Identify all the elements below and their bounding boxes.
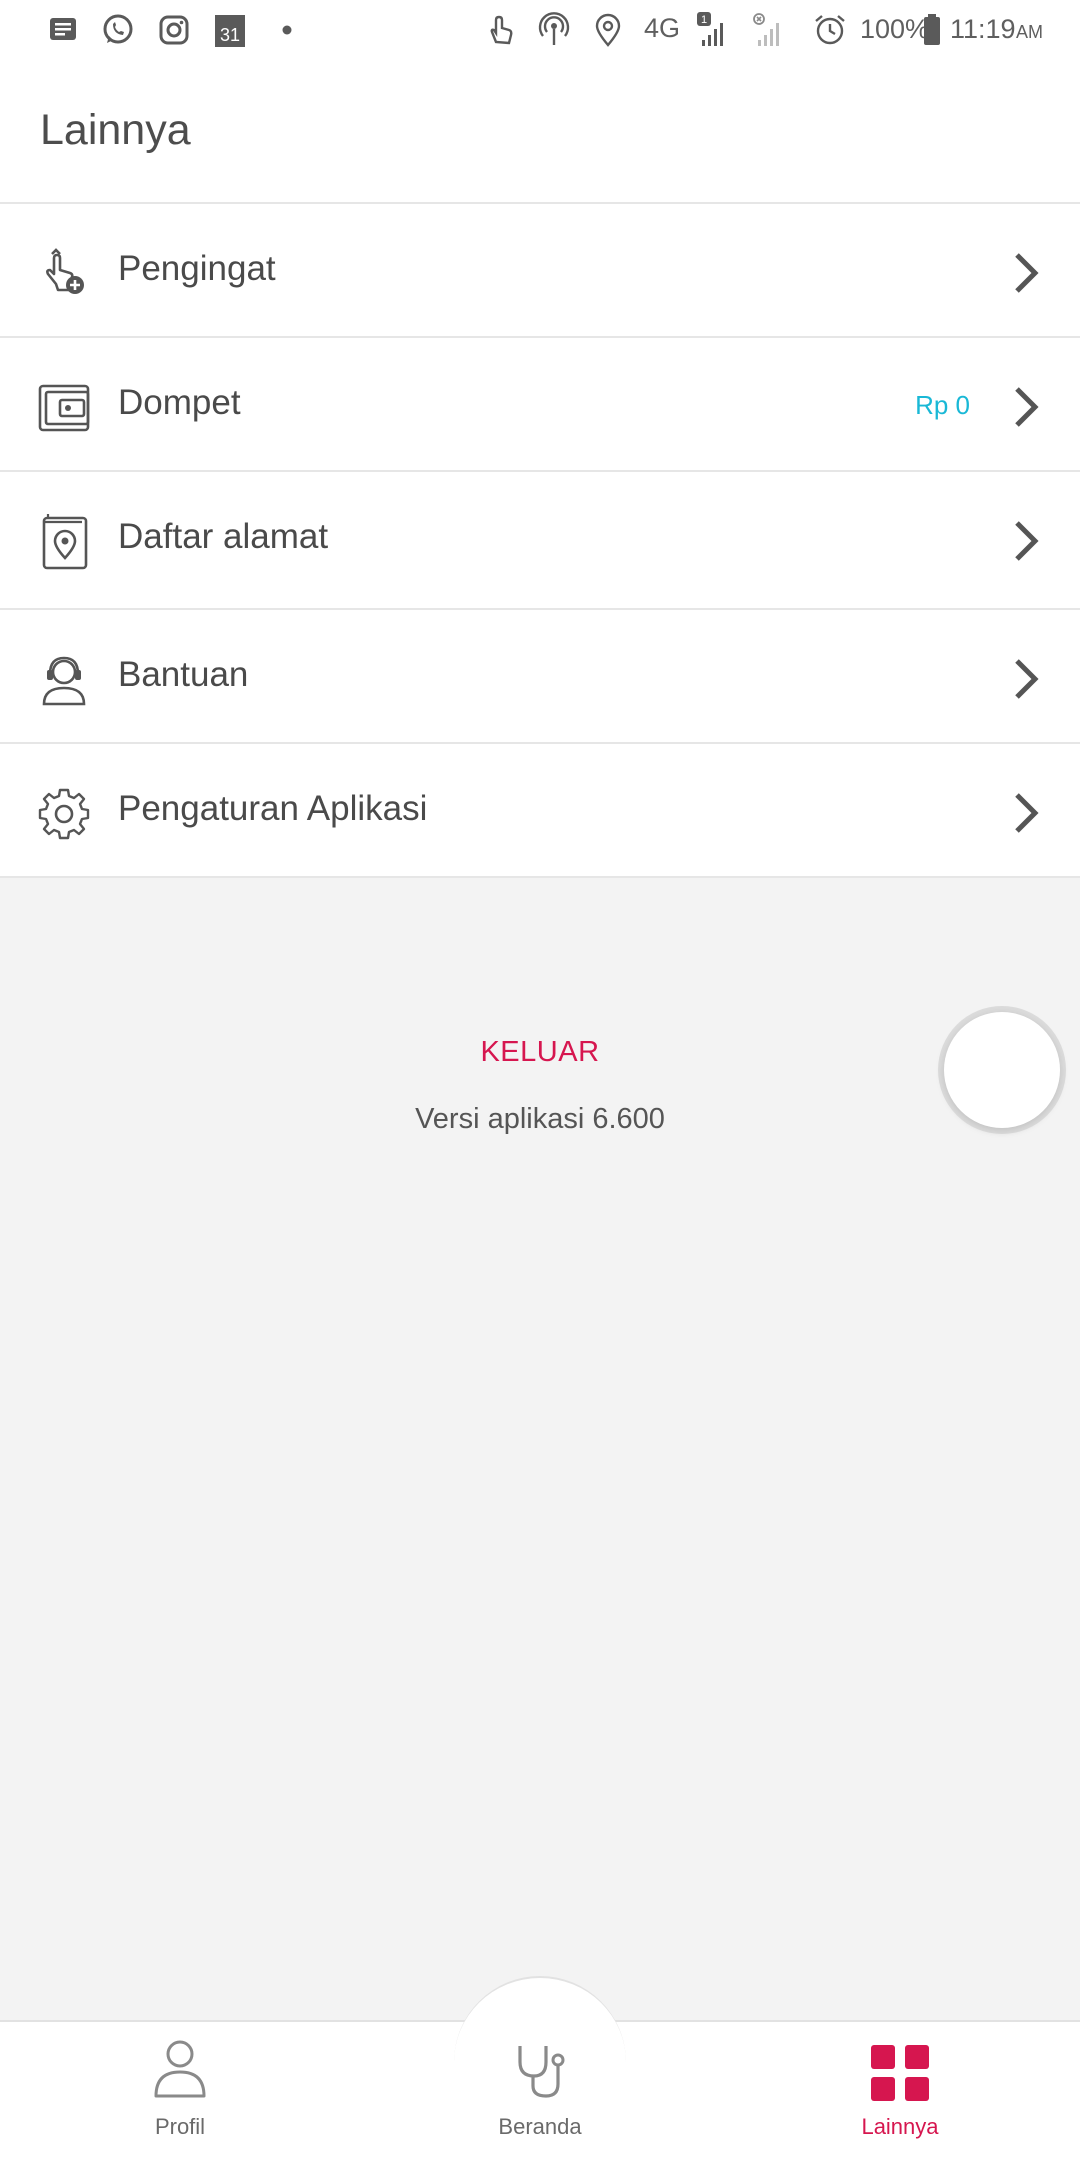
person-icon [154, 2040, 206, 2098]
gear-icon [38, 788, 90, 840]
reminder-hand-icon [46, 248, 84, 294]
menu-item-label: Pengingat [118, 249, 276, 288]
support-agent-icon [42, 656, 86, 706]
svg-text:1: 1 [701, 14, 707, 26]
clock-text: 11:19 [950, 14, 1016, 44]
stethoscope-icon [518, 2046, 565, 2098]
app-version-text: Versi aplikasi 6.600 [415, 1103, 665, 1135]
battery-percent-text: 100% [860, 14, 930, 44]
wallet-icon [38, 384, 90, 432]
menu-item-label: Dompet [118, 383, 241, 422]
nav-tab-profil[interactable]: Profil [80, 2032, 280, 2152]
chevron-right-icon [1015, 387, 1039, 427]
chevron-right-icon [1015, 253, 1039, 293]
clock-ampm-text: AM [1016, 22, 1043, 42]
hotspot-icon [538, 12, 570, 45]
svg-text:31: 31 [220, 25, 240, 45]
alarm-icon [815, 15, 845, 45]
menu-list: Pengingat Dompet Rp 0 Daftar alamat Bant… [0, 204, 1080, 878]
nav-tab-lainnya[interactable]: Lainnya [800, 2032, 1000, 2152]
menu-item-label: Pengaturan Aplikasi [118, 789, 428, 828]
dot-icon [282, 25, 292, 35]
grid-icon [871, 2045, 929, 2101]
chevron-right-icon [1015, 793, 1039, 833]
menu-item-pengaturan-aplikasi[interactable]: Pengaturan Aplikasi [0, 744, 1080, 878]
menu-item-label: Daftar alamat [118, 517, 329, 556]
nav-tab-label: Beranda [498, 2114, 582, 2139]
status-bar: 31 4G 1 100% 11:19 AM [0, 0, 1080, 62]
chevron-right-icon [1015, 521, 1039, 561]
whatsapp-icon [103, 14, 133, 44]
floating-assistive-button[interactable] [944, 1012, 1060, 1128]
menu-item-bantuan[interactable]: Bantuan [0, 610, 1080, 744]
menu-item-pengingat[interactable]: Pengingat [0, 204, 1080, 338]
battery-icon [924, 14, 940, 45]
touch-icon [490, 15, 513, 45]
calendar-icon: 31 [215, 15, 245, 47]
address-book-icon [42, 514, 88, 570]
signal-sim2-off-icon [753, 13, 779, 46]
message-notification-icon [50, 18, 76, 40]
page-title: Lainnya [40, 106, 191, 154]
app-bar: Lainnya [0, 62, 1080, 204]
menu-item-label: Bantuan [118, 655, 249, 694]
wallet-balance: Rp 0 [915, 390, 970, 420]
nav-tab-label: Profil [154, 2114, 206, 2139]
menu-item-daftar-alamat[interactable]: Daftar alamat [0, 472, 1080, 610]
location-icon [595, 13, 621, 47]
signal-sim1-icon: 1 [697, 12, 723, 46]
nav-tab-beranda[interactable]: Beranda [440, 2032, 640, 2152]
menu-item-dompet[interactable]: Dompet Rp 0 [0, 338, 1080, 472]
nav-tab-label: Lainnya [861, 2114, 939, 2139]
instagram-icon [159, 15, 189, 45]
network-type-text: 4G [644, 13, 681, 43]
logout-button[interactable]: KELUAR [0, 1036, 1080, 1069]
chevron-right-icon [1015, 659, 1039, 699]
